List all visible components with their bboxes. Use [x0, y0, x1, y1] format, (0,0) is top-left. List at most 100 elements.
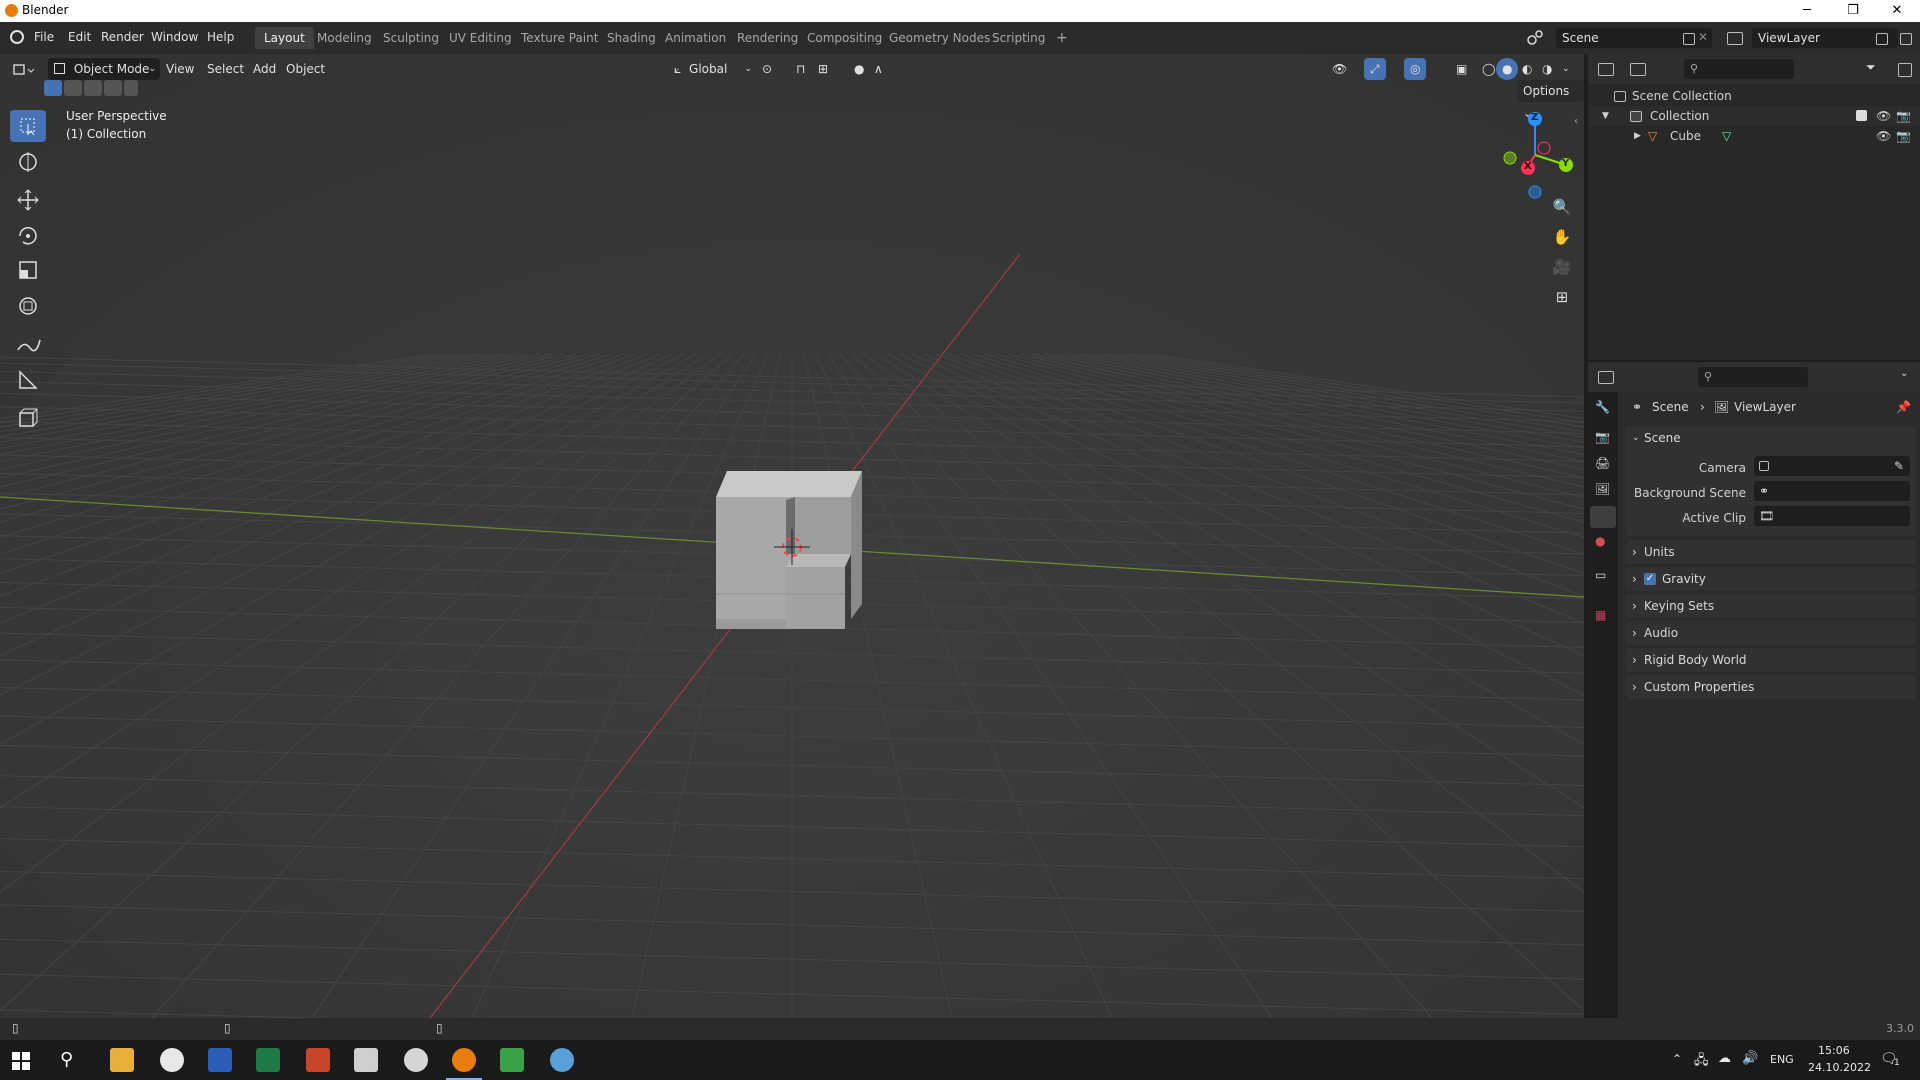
menu-help[interactable]: Help — [207, 30, 234, 44]
select-intersect-icon[interactable] — [124, 80, 138, 96]
menu-object[interactable]: Object — [280, 58, 331, 80]
select-invert-icon[interactable] — [104, 80, 122, 96]
snap-target-icon[interactable]: ⊞ — [812, 58, 834, 80]
tab-scripting[interactable]: Scripting — [983, 27, 1054, 49]
editor-type-icon[interactable] — [12, 60, 36, 80]
menu-select[interactable]: Select — [201, 58, 250, 80]
measure-tool[interactable] — [10, 364, 46, 396]
file-explorer-icon[interactable] — [110, 1048, 134, 1072]
tab-texture-paint[interactable]: Texture Paint — [512, 27, 607, 49]
camera-view-icon[interactable]: 🎥 — [1550, 258, 1574, 282]
minimize-button[interactable]: ─ — [1784, 0, 1830, 22]
tab-rendering[interactable]: Rendering — [728, 27, 807, 49]
windows-start-icon[interactable] — [12, 1052, 30, 1070]
mode-dropdown[interactable]: Object Mode ⌄ — [48, 58, 160, 80]
active-clip-field[interactable]: 🎞 — [1754, 506, 1910, 526]
display-mode-icon[interactable] — [1630, 63, 1646, 76]
annotate-tool[interactable] — [10, 328, 46, 360]
select-extend-icon[interactable] — [64, 80, 82, 96]
render-tab-icon[interactable]: 📷 — [1595, 430, 1610, 444]
pin-icon[interactable]: 📌 — [1896, 392, 1911, 422]
rigid-body-world-panel[interactable]: › Rigid Body World — [1626, 648, 1916, 672]
word-icon[interactable] — [208, 1048, 232, 1072]
navigation-gizmo[interactable]: Z Y X — [1490, 110, 1580, 200]
new-viewlayer-icon[interactable] — [1876, 33, 1888, 45]
blender-taskbar-icon[interactable] — [452, 1048, 476, 1072]
collapse-arrow-icon[interactable]: ▼ — [1602, 106, 1609, 126]
tab-sculpting[interactable]: Sculpting — [374, 27, 448, 49]
gizmo-toggle-icon[interactable]: ⤢ — [1364, 58, 1386, 80]
volume-icon[interactable]: 🔊 — [1742, 1051, 1758, 1066]
search-icon[interactable]: ⚲ — [60, 1049, 73, 1070]
gravity-panel[interactable]: › ✓ Gravity — [1626, 567, 1916, 591]
paint-icon[interactable] — [550, 1048, 574, 1072]
viewlayer-icon[interactable] — [1727, 32, 1743, 45]
eye-icon[interactable]: 👁 — [1876, 106, 1891, 126]
chevron-down-icon[interactable]: ⌄ — [1900, 368, 1908, 379]
overlay-toggle-icon[interactable]: ◎ — [1404, 58, 1427, 80]
language-indicator[interactable]: ENG — [1770, 1053, 1794, 1066]
expand-arrow-icon[interactable]: ▶ — [1634, 126, 1641, 146]
transform-tool[interactable] — [10, 290, 46, 322]
gravity-checkbox[interactable]: ✓ — [1644, 573, 1656, 585]
mesh-data-icon[interactable]: ▽ — [1722, 126, 1731, 146]
output-tab-icon[interactable]: 🖨 — [1595, 456, 1610, 470]
scene-panel-header[interactable]: ⌄ Scene — [1626, 426, 1916, 450]
rotate-tool[interactable] — [10, 220, 46, 252]
select-box-tool[interactable] — [10, 110, 46, 142]
background-scene-field[interactable]: ⚭ — [1754, 481, 1910, 501]
menu-edit[interactable]: Edit — [68, 30, 91, 44]
camera-render-icon[interactable]: 📷 — [1896, 126, 1911, 146]
audio-panel[interactable]: › Audio — [1626, 621, 1916, 645]
add-cube-tool[interactable] — [10, 402, 46, 434]
tab-geometry-nodes[interactable]: Geometry Nodes — [880, 27, 999, 49]
powerpoint-icon[interactable] — [306, 1048, 330, 1072]
chrome-icon[interactable] — [160, 1048, 184, 1072]
tray-chevron-up-icon[interactable]: ⌃ — [1672, 1052, 1682, 1066]
perspective-toggle-icon[interactable]: ⊞ — [1550, 288, 1574, 312]
sidebar-toggle-icon[interactable]: ‹ — [1574, 116, 1578, 127]
options-dropdown[interactable]: Options ⌄ — [1517, 80, 1584, 120]
xray-icon[interactable]: ▣ — [1450, 58, 1473, 80]
scale-tool[interactable] — [10, 254, 46, 286]
outliner-search-input[interactable]: ⚲ — [1684, 59, 1794, 79]
texture-tab-icon[interactable]: ▦ — [1595, 608, 1606, 622]
menu-window[interactable]: Window — [151, 30, 198, 44]
eyedropper-icon[interactable]: ✎ — [1894, 454, 1904, 478]
move-tool[interactable] — [10, 184, 46, 216]
chrome-profile-icon[interactable] — [404, 1048, 428, 1072]
custom-properties-panel[interactable]: › Custom Properties — [1626, 675, 1916, 699]
tab-layout[interactable]: Layout — [255, 27, 314, 49]
tool-tab-icon[interactable]: 🔧 — [1595, 400, 1610, 414]
keying-sets-panel[interactable]: › Keying Sets — [1626, 594, 1916, 618]
world-tab-icon[interactable]: ● — [1595, 534, 1605, 548]
3d-viewport[interactable]: Object Mode ⌄ View Select Add Object ⟀ G… — [0, 54, 1584, 1018]
select-subtract-icon[interactable] — [84, 80, 102, 96]
transform-orientation-dropdown[interactable]: ⟀ Global ⌄ — [668, 58, 756, 80]
new-collection-icon[interactable] — [1898, 63, 1912, 77]
pan-hand-icon[interactable]: ✋ — [1550, 228, 1574, 252]
outliner-row-collection[interactable]: ▼ Collection 👁 📷 — [1588, 106, 1920, 126]
pivot-point-icon[interactable]: ⊙ — [756, 58, 778, 80]
eye-icon[interactable]: 👁 — [1876, 126, 1891, 146]
outliner-editor-type-icon[interactable] — [1598, 63, 1614, 76]
exclude-checkbox[interactable] — [1856, 110, 1867, 121]
outliner-row-scene-collection[interactable]: Scene Collection — [1588, 86, 1920, 106]
clock-time[interactable]: 15:06 — [1818, 1044, 1850, 1057]
menu-file[interactable]: File — [34, 30, 54, 44]
tab-compositing[interactable]: Compositing — [798, 27, 891, 49]
document-app-icon[interactable] — [354, 1048, 378, 1072]
zoom-icon[interactable]: 🔍 — [1550, 198, 1574, 222]
clock-date[interactable]: 24.10.2022 — [1808, 1061, 1871, 1074]
menu-add[interactable]: Add — [247, 58, 282, 80]
scene-icon[interactable] — [1526, 28, 1544, 46]
filter-icon[interactable]: ⏷ — [1866, 60, 1876, 75]
new-scene-icon[interactable] — [1683, 33, 1695, 45]
outliner-row-cube[interactable]: ▶ ▽ Cube ▽ 👁 📷 — [1588, 126, 1920, 146]
menu-view[interactable]: View — [160, 58, 200, 80]
add-workspace-button[interactable]: + — [1047, 27, 1077, 49]
falloff-icon[interactable]: ∧ — [868, 58, 889, 80]
camera-field[interactable]: ✎ — [1754, 456, 1910, 476]
tab-animation[interactable]: Animation — [656, 27, 735, 49]
onedrive-icon[interactable]: ☁ — [1718, 1051, 1731, 1066]
